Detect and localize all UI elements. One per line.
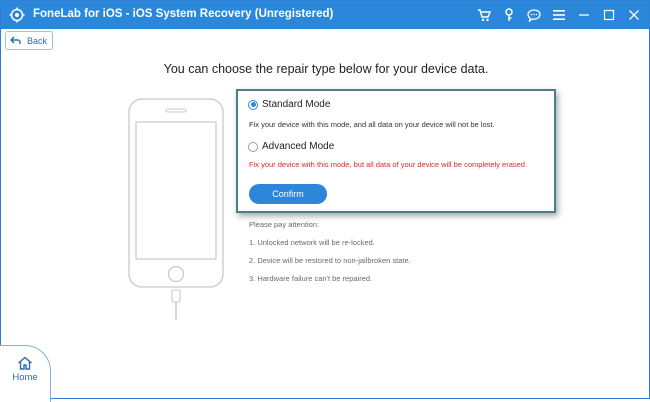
home-button[interactable]: Home bbox=[0, 345, 51, 402]
window-title: FoneLab for iOS - iOS System Recovery (U… bbox=[33, 8, 334, 20]
app-window: FoneLab for iOS - iOS System Recovery (U… bbox=[0, 0, 650, 402]
advanced-mode-description: Fix your device with this mode, but all … bbox=[249, 160, 528, 169]
title-bar: FoneLab for iOS - iOS System Recovery (U… bbox=[1, 1, 649, 29]
key-icon[interactable] bbox=[500, 6, 518, 24]
note-item: 1. Unlocked network will be re-locked. bbox=[249, 238, 375, 247]
standard-mode-description: Fix your device with this mode, and all … bbox=[249, 120, 495, 129]
page-heading: You can choose the repair type below for… bbox=[163, 62, 489, 76]
repair-mode-panel: Standard Mode Fix your device with this … bbox=[236, 89, 556, 213]
maximize-icon[interactable] bbox=[600, 6, 618, 24]
confirm-button[interactable]: Confirm bbox=[249, 184, 327, 204]
advanced-mode-label: Advanced Mode bbox=[262, 141, 335, 152]
standard-mode-radio[interactable] bbox=[248, 99, 258, 110]
notes-title: Please pay attention: bbox=[249, 220, 320, 229]
home-label: Home bbox=[12, 372, 38, 383]
standard-mode-label: Standard Mode bbox=[262, 99, 331, 110]
note-item: 2. Device will be restored to non-jailbr… bbox=[249, 256, 411, 265]
app-logo-icon bbox=[9, 7, 25, 23]
attention-notes: Please pay attention: 1. Unlocked networ… bbox=[249, 220, 411, 283]
close-icon[interactable] bbox=[625, 6, 643, 24]
advanced-mode-option[interactable]: Advanced Mode bbox=[248, 141, 334, 152]
back-arrow-icon bbox=[10, 36, 21, 44]
advanced-mode-radio[interactable] bbox=[248, 141, 258, 152]
back-button[interactable]: Back bbox=[5, 31, 53, 50]
cart-icon[interactable] bbox=[475, 6, 493, 24]
chat-icon[interactable] bbox=[525, 6, 543, 24]
standard-mode-option[interactable]: Standard Mode bbox=[248, 99, 330, 110]
home-icon bbox=[18, 356, 32, 370]
minimize-icon[interactable] bbox=[575, 6, 593, 24]
note-item: 3. Hardware failure can't be repaired. bbox=[249, 274, 373, 283]
iphone-illustration-icon bbox=[128, 98, 224, 320]
menu-icon[interactable] bbox=[550, 6, 568, 24]
back-label: Back bbox=[27, 35, 48, 46]
